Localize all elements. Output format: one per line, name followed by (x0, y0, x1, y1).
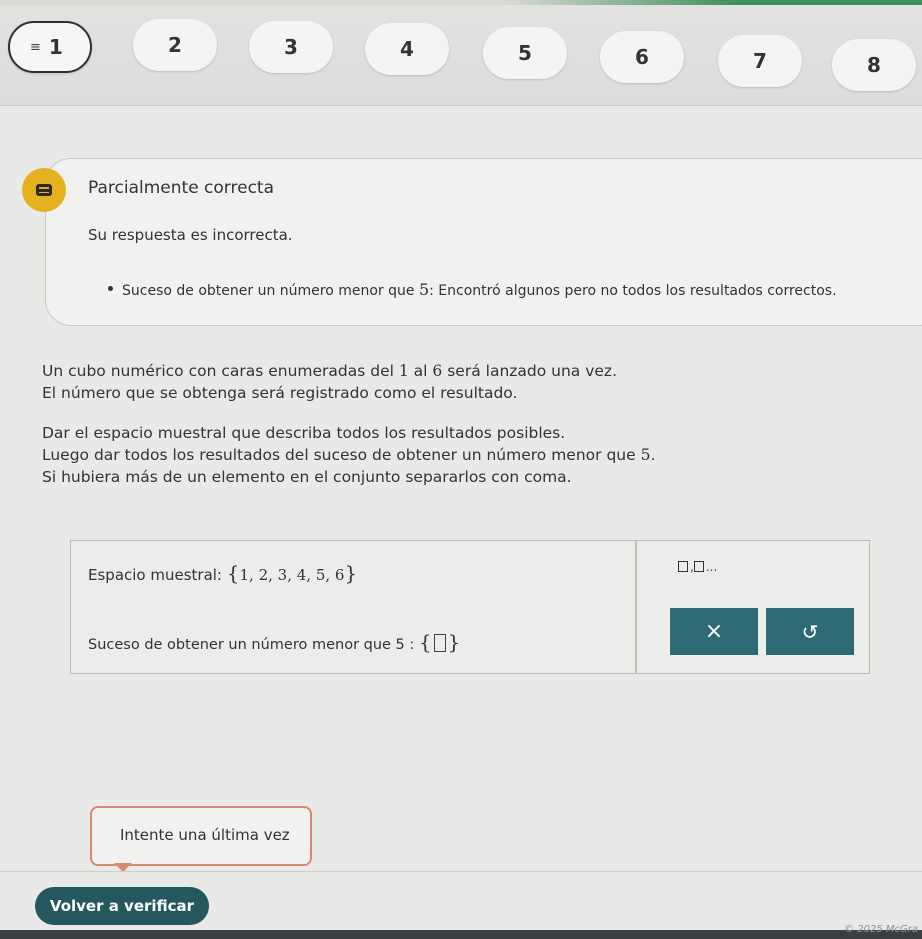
text-segment: . (650, 446, 656, 464)
sample-space-row: Espacio muestral: {1, 2, 3, 4, 5, 6} (88, 561, 357, 585)
question-line-1: Un cubo numérico con caras enumeradas de… (42, 360, 655, 382)
question-nav-5[interactable]: 5 (483, 27, 567, 79)
question-nav-2[interactable]: 2 (133, 19, 217, 71)
question-nav-8[interactable]: 8 (832, 39, 916, 91)
question-nav-3[interactable]: 3 (249, 21, 333, 73)
bullet-suffix: : Encontró algunos pero no todos los res… (429, 283, 837, 299)
box-icon (693, 561, 704, 572)
question-line-2: El número que se obtenga será registrado… (42, 384, 518, 402)
event-input[interactable] (433, 634, 446, 652)
question-nav-4[interactable]: 4 (365, 23, 449, 75)
question-number: 5 (518, 41, 532, 65)
number-segment: 5 (640, 446, 651, 464)
text-segment: será lanzado una vez. (442, 362, 617, 380)
close-icon: × (704, 619, 724, 644)
number-segment: 1 (398, 362, 409, 380)
bullet-prefix: Suceso de obtener un número menor que (122, 283, 419, 299)
open-brace: { (418, 630, 432, 654)
tool-ellipsis: ... (705, 560, 718, 574)
divider (0, 871, 922, 872)
question-line-4: Luego dar todos los resultados del suces… (42, 444, 655, 466)
feedback-title: Parcialmente correcta (88, 178, 274, 198)
question-number: 3 (284, 35, 298, 59)
sample-space-input[interactable]: 1, 2, 3, 4, 5, 6 (240, 566, 345, 584)
question-number: 2 (168, 33, 182, 57)
open-brace: { (226, 561, 240, 585)
question-number: 6 (635, 45, 649, 69)
question-line-3: Dar el espacio muestral que describa tod… (42, 424, 566, 442)
undo-icon: ↺ (801, 619, 819, 644)
footer-bar (0, 930, 922, 939)
text-segment: al (408, 362, 433, 380)
question-number: 1 (48, 35, 63, 59)
question-number: 7 (753, 49, 767, 73)
question-number: 4 (400, 37, 414, 61)
number-segment: 6 (432, 362, 443, 380)
text-segment: Un cubo numérico con caras enumeradas de… (42, 362, 399, 380)
event-row: Suceso de obtener un número menor que 5 … (88, 630, 460, 654)
sample-space-label: Espacio muestral: (88, 566, 222, 584)
question-nav-bar: ≡ 1 2 3 4 5 6 7 8 (0, 5, 922, 106)
question-number: 8 (867, 53, 881, 77)
copyright: © 2025 McGra (844, 924, 918, 935)
feedback-message-icon (22, 168, 66, 212)
verify-button[interactable]: Volver a verificar (35, 887, 209, 925)
question-nav-1[interactable]: ≡ 1 (8, 21, 92, 73)
clear-button[interactable]: × (670, 608, 758, 655)
comma-list-tool-button[interactable]: ,... (678, 560, 717, 574)
box-icon (678, 561, 688, 572)
hint-text: Intente una última vez (120, 826, 290, 844)
undo-button[interactable]: ↺ (766, 608, 854, 655)
bullet-number: 5 (418, 280, 430, 299)
bullet-dot (108, 286, 113, 291)
feedback-bullet: Suceso de obtener un número menor que 5:… (108, 280, 837, 299)
question-line-5: Si hubiera más de un elemento en el conj… (42, 468, 572, 486)
question-text: Un cubo numérico con caras enumeradas de… (42, 360, 655, 488)
question-nav-7[interactable]: 7 (718, 35, 802, 87)
close-brace: } (447, 630, 461, 654)
text-segment: Luego dar todos los resultados del suces… (42, 446, 641, 464)
close-brace: } (344, 561, 358, 585)
feedback-message: Su respuesta es incorrecta. (88, 226, 293, 244)
event-label: Suceso de obtener un número menor que 5 … (88, 637, 415, 653)
menu-lines-icon: ≡ (30, 39, 41, 55)
question-nav-6[interactable]: 6 (600, 31, 684, 83)
